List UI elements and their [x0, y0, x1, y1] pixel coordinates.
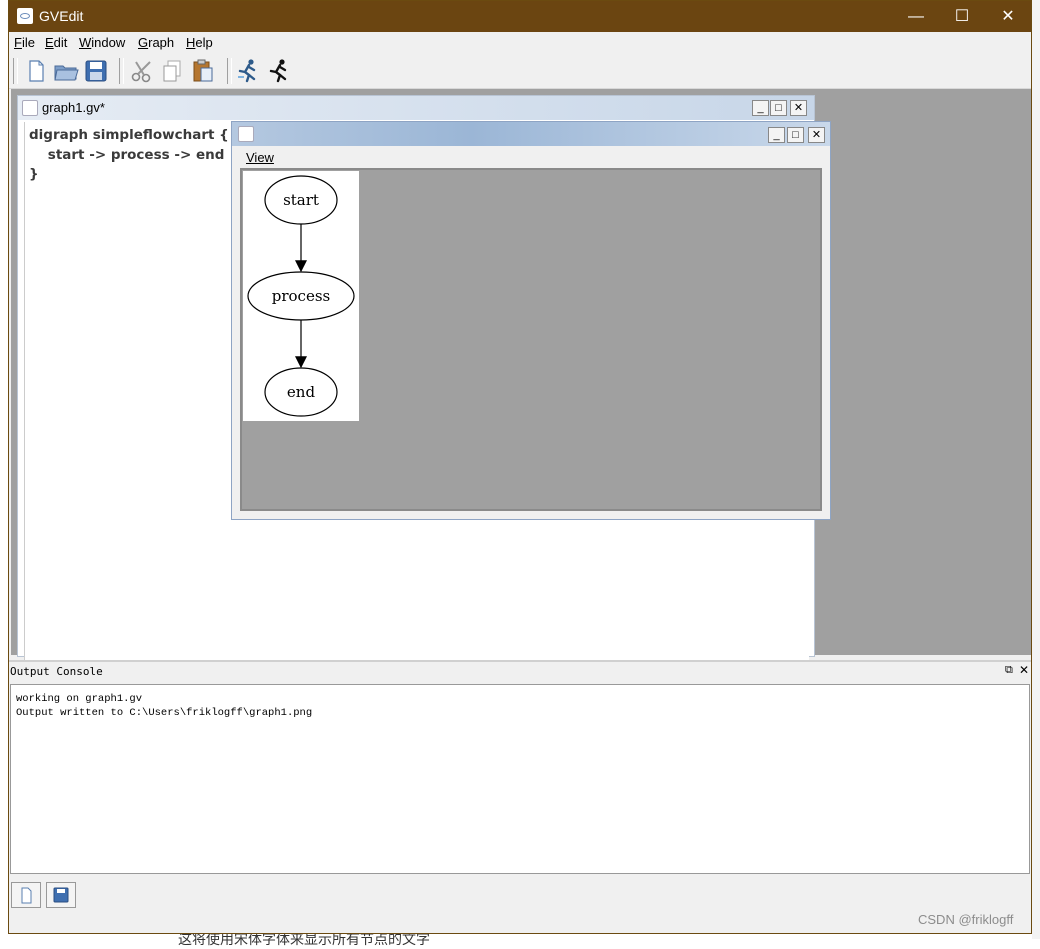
console-float-icon[interactable]: ⧉ [1005, 664, 1013, 677]
run-button[interactable] [265, 57, 293, 85]
paste-clipboard-icon [193, 59, 213, 82]
preview-close-button[interactable]: ✕ [808, 127, 825, 143]
layout-runner-icon [238, 59, 256, 83]
code-line-2: start -> process -> end [29, 146, 225, 163]
editor-subwindow-title: graph1.gv* [42, 100, 105, 115]
layout-button[interactable] [234, 57, 262, 85]
console-line-2: Output written to C:\Users\friklogff\gra… [16, 707, 313, 719]
menu-file-label: ile [21, 35, 35, 50]
app-icon [17, 8, 33, 24]
menu-edit-label: dit [53, 35, 68, 50]
console-save-button[interactable] [46, 882, 76, 908]
close-button[interactable]: ✕ [985, 1, 1031, 32]
preview-maximize-button[interactable]: □ [787, 127, 804, 143]
console-title: Output Console [10, 665, 103, 678]
node-start[interactable]: start [264, 175, 338, 225]
background-page-strip [1032, 0, 1040, 939]
menu-window-label: indow [91, 35, 126, 50]
open-button[interactable] [52, 57, 80, 85]
save-disk-icon [85, 60, 107, 82]
copy-button[interactable] [158, 57, 186, 85]
save-button[interactable] [82, 57, 110, 85]
cut-button[interactable] [128, 57, 156, 85]
paste-button[interactable] [189, 57, 217, 85]
menu-file-mnemonic: F [14, 35, 22, 50]
menu-help-mnemonic: H [186, 35, 196, 50]
new-file-icon [29, 60, 44, 82]
console-save-icon [53, 887, 69, 903]
graph-canvas: start process end [243, 171, 359, 421]
cut-scissors-icon [131, 61, 151, 83]
preview-minimize-button[interactable]: _ [768, 127, 785, 143]
node-start-label: start [283, 191, 319, 209]
gvedit-window: GVEdit —☐✕ File Edit Window Graph Help [8, 0, 1032, 934]
flowchart-graph: start process end [247, 175, 355, 417]
menu-view[interactable]: View [246, 150, 274, 165]
node-process[interactable]: process [247, 271, 355, 321]
graphviz-app-icon [238, 126, 254, 142]
editor-subwindow-titlebar[interactable]: graph1.gv* _ □ ✕ [18, 96, 814, 120]
graphviz-doc-icon [22, 100, 38, 116]
graph-preview-titlebar[interactable]: _ □ ✕ [232, 122, 830, 146]
editor-minimize-button[interactable]: _ [752, 100, 769, 116]
toolbar-grip-3[interactable] [227, 58, 232, 84]
console-close-icon[interactable]: ✕ [1019, 663, 1029, 677]
menu-help[interactable]: Help [186, 35, 213, 50]
menu-help-label: elp [195, 35, 213, 50]
menu-view-label: View [246, 150, 274, 165]
watermark: CSDN @friklogff [918, 912, 1014, 927]
menu-edit[interactable]: Edit [45, 35, 67, 50]
menu-file[interactable]: File [14, 35, 35, 50]
graph-view-area[interactable]: start process end [240, 168, 822, 511]
editor-maximize-button[interactable]: □ [770, 100, 787, 116]
open-folder-icon [54, 65, 79, 81]
menu-graph-mnemonic: G [138, 35, 149, 50]
graph-preview-subwindow: _ □ ✕ View start process end [231, 121, 831, 520]
toolbar [9, 53, 1031, 89]
minimize-button[interactable]: — [893, 1, 939, 32]
menu-bar: File Edit Window Graph Help [9, 32, 1031, 53]
new-file-button[interactable] [22, 57, 50, 85]
mdi-area: graph1.gv* _ □ ✕ digraph simpleflowchart… [11, 89, 1031, 662]
menu-window-mnemonic: W [79, 35, 92, 50]
node-end[interactable]: end [264, 367, 338, 417]
toolbar-grip[interactable] [13, 58, 18, 84]
title-bar[interactable]: GVEdit — ☐ ✕ [9, 1, 1031, 32]
editor-close-button[interactable]: ✕ [790, 100, 807, 116]
node-end-label: end [287, 383, 316, 401]
node-process-label: process [272, 287, 330, 305]
toolbar-grip-2[interactable] [119, 58, 124, 84]
output-console-dock: Output Console ⧉ ✕ working on graph1.gv … [9, 660, 1031, 877]
window-title: GVEdit [39, 8, 84, 24]
menu-window[interactable]: Window [79, 35, 125, 50]
console-line-1: working on graph1.gv [16, 693, 143, 705]
code-line-3: } [29, 166, 39, 182]
menu-graph-label: raph [148, 35, 175, 50]
console-output[interactable]: working on graph1.gv Output written to C… [10, 684, 1030, 874]
copy-pages-icon [163, 60, 181, 82]
maximize-button[interactable]: ☐ [939, 1, 985, 32]
menu-graph[interactable]: Graph [138, 35, 174, 50]
console-new-file-icon [21, 887, 32, 904]
code-line-1: digraph simpleflowchart { [29, 127, 229, 143]
menu-edit-mnemonic: E [45, 35, 54, 50]
console-new-button[interactable] [11, 882, 41, 908]
run-runner-icon [269, 59, 287, 83]
